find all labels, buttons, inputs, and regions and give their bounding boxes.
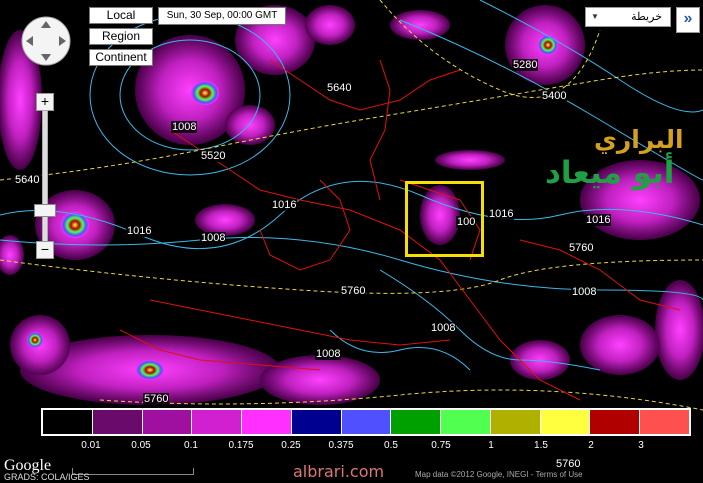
legend-swatch [142,410,193,434]
legend-swatch [291,410,342,434]
legend-swatch [43,410,93,434]
contour-label: 1008 [200,232,227,244]
legend-tick-label: 1 [488,440,494,451]
date-label: Sun, 30 Sep, 00:00 GMT [158,7,286,25]
contour-label: 5640 [326,82,353,94]
legend-tick-label: 0.375 [328,440,354,451]
legend-tick-label: 3 [638,440,644,451]
highlight-box [405,181,484,257]
contour-label: 1016 [126,225,153,237]
legend-swatch [391,410,442,434]
legend-tick-label: 2 [588,440,594,451]
brand-subtitle: أبو ميعاد [545,155,675,191]
legend-swatch [590,410,641,434]
legend-swatch [640,410,689,434]
contour-label: 1016 [585,214,612,226]
pan-control[interactable] [20,15,72,67]
expand-button[interactable]: » [676,7,700,33]
legend-swatch [540,410,591,434]
grads-credit: GRADS: COLA/IGES [4,472,90,482]
legend-tick-label: 0.5 [384,440,398,451]
legend-tick-label: 0.1 [184,440,198,451]
zoom-track[interactable] [42,110,48,242]
map-type-value: خريطة [631,11,662,23]
contour-label: 1008 [430,322,457,334]
contour-label: 5760 [340,285,367,297]
continent-button[interactable]: Continent [89,49,153,66]
contour-label: 1008 [171,121,198,133]
legend-swatch [92,410,143,434]
region-button[interactable]: Region [89,28,153,45]
brand-title: البراري [594,125,684,154]
chevron-down-icon: ▼ [591,12,599,21]
legend-swatch [490,410,541,434]
zoom-in-button[interactable]: + [36,93,54,111]
legend-swatch [341,410,392,434]
map-type-select[interactable]: ▼ خريطة [585,7,671,27]
site-watermark: albrari.com [293,462,385,481]
legend-tick-label: 0.75 [431,440,451,451]
weather-map[interactable]: 5640 1008 5520 5640 1016 1008 5760 1016 … [0,0,703,483]
contour-label: 5520 [200,150,227,162]
zoom-handle[interactable] [34,204,56,217]
contour-label: 5760 [143,393,170,405]
contour-label: 1016 [271,199,298,211]
contour-label: 1016 [488,208,515,220]
map-attribution[interactable]: Map data ©2012 Google, INEGI - Terms of … [415,470,583,479]
contour-label: 5760 [555,458,582,470]
contour-label: 5400 [541,90,568,102]
legend-swatch [192,410,243,434]
legend-tick-label: 0.05 [131,440,151,451]
local-button[interactable]: Local [89,7,153,24]
legend-tick-label: 0.25 [281,440,301,451]
zoom-out-button[interactable]: − [36,241,54,259]
legend-swatch [242,410,292,434]
contour-label: 1008 [315,348,342,360]
legend-swatch [441,410,491,434]
scale-bar [72,468,194,475]
contour-label: 5640 [14,174,41,186]
color-legend [41,408,691,436]
contour-label: 1008 [571,286,598,298]
contour-label: 5760 [568,242,595,254]
legend-tick-label: 1.5 [534,440,548,451]
legend-tick-label: 0.175 [228,440,254,451]
contour-label: 5280 [512,59,539,71]
legend-tick-label: 0.01 [81,440,101,451]
